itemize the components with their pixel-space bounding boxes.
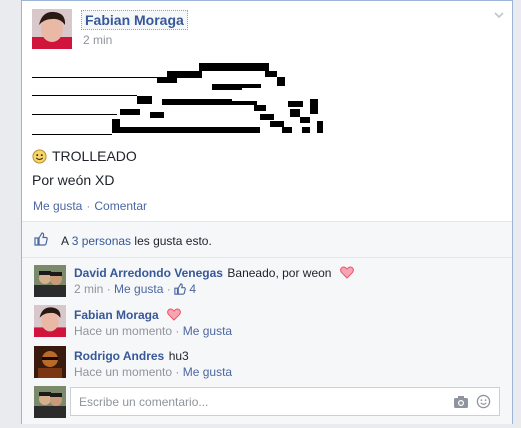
likes-text: A 3 personas les gusta esto. xyxy=(61,234,212,248)
comment-avatar[interactable] xyxy=(34,265,66,297)
like-link[interactable]: Me gusta xyxy=(33,199,82,213)
thumbs-up-icon xyxy=(34,232,48,246)
comment-avatar[interactable] xyxy=(34,305,66,337)
likes-suffix: les gusta esto. xyxy=(134,234,212,248)
comments-section: David Arredondo Venegas Baneado, por weo… xyxy=(22,257,512,424)
separator: · xyxy=(86,199,91,213)
comment-item: Rodrigo Andres hu3 xyxy=(74,347,189,365)
comment-author[interactable]: Rodrigo Andres xyxy=(74,349,164,363)
comment-text: Baneado, por weon xyxy=(227,266,332,280)
thumbs-up-icon xyxy=(174,283,186,295)
comment-item: Fabian Moraga xyxy=(74,306,182,324)
likes-summary: A 3 personas les gusta esto. xyxy=(22,221,512,257)
comment-author[interactable]: David Arredondo Venegas xyxy=(74,266,223,280)
post-time[interactable]: 2 min xyxy=(83,33,112,47)
post-line-1: TROLLEADO xyxy=(52,148,137,164)
post-message: TROLLEADO Por weón XD xyxy=(32,147,137,189)
post-card: Fabian Moraga 2 min TROLLEADO Por weón X… xyxy=(21,0,513,424)
comment-like-link[interactable]: Me gusta xyxy=(183,324,232,338)
comment-avatar[interactable] xyxy=(34,346,66,378)
comment-like-count[interactable]: 4 xyxy=(189,282,196,296)
comment-meta: 2 min · Me gusta · 4 xyxy=(74,282,197,296)
comment-composer[interactable] xyxy=(70,387,500,416)
comment-text: hu3 xyxy=(168,349,189,363)
comment-input[interactable] xyxy=(79,388,439,415)
author-avatar[interactable] xyxy=(32,9,72,49)
comment-author[interactable]: Fabian Moraga xyxy=(74,308,159,322)
comment-like-link[interactable]: Me gusta xyxy=(114,282,163,296)
comment-item: David Arredondo Venegas Baneado, por weo… xyxy=(74,264,354,282)
post-line-2: Por weón XD xyxy=(32,172,115,188)
comment-time[interactable]: Hace un momento xyxy=(74,324,172,338)
text-art-image xyxy=(32,63,332,135)
chevron-down-icon[interactable] xyxy=(494,10,504,20)
comment-meta: Hace un momento · Me gusta xyxy=(74,365,233,379)
emoji-icon[interactable] xyxy=(476,394,491,409)
camera-icon[interactable] xyxy=(453,395,469,409)
comment-link[interactable]: Comentar xyxy=(94,199,147,213)
comment-time[interactable]: 2 min xyxy=(74,282,103,296)
heart-reaction-icon xyxy=(167,308,182,321)
comment-like-link[interactable]: Me gusta xyxy=(183,365,232,379)
heart-reaction-icon xyxy=(340,266,354,279)
author-name[interactable]: Fabian Moraga xyxy=(81,10,188,30)
comment-meta: Hace un momento · Me gusta xyxy=(74,324,233,338)
likes-people-link[interactable]: 3 personas xyxy=(72,234,131,248)
composer-avatar xyxy=(34,386,66,418)
comment-time[interactable]: Hace un momento xyxy=(74,365,172,379)
post-actions: Me gusta · Comentar xyxy=(33,199,147,213)
smile-emoji-icon xyxy=(32,148,47,164)
likes-prefix: A xyxy=(61,234,69,248)
